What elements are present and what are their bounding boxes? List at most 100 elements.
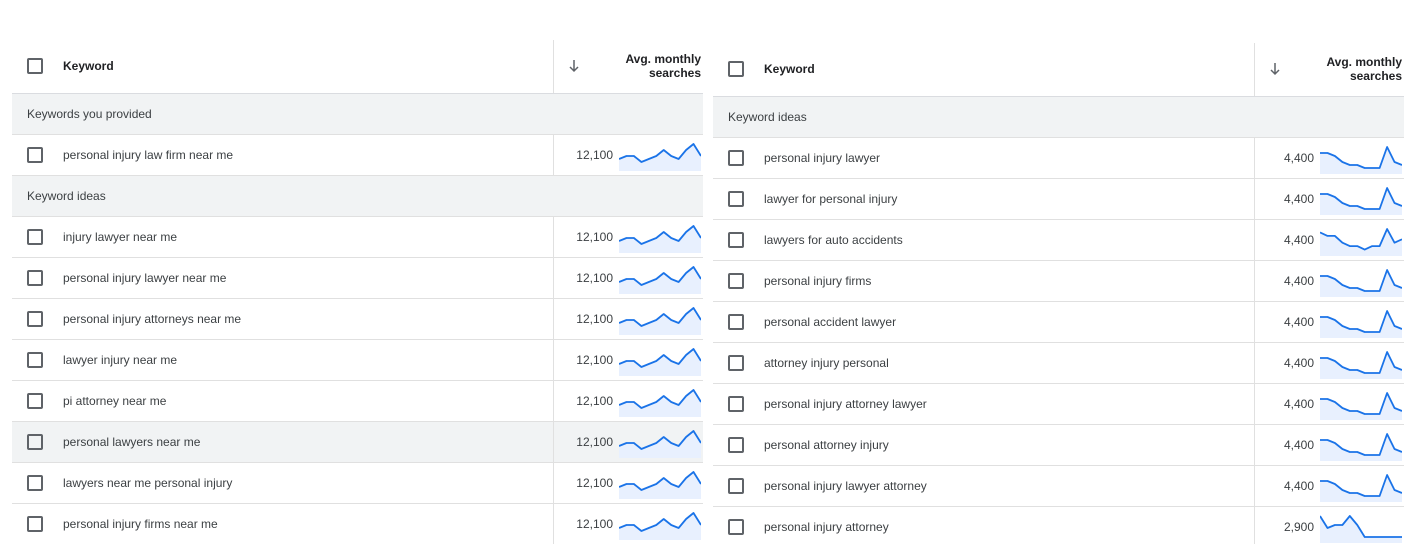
row-checkbox[interactable] — [728, 273, 744, 289]
keyword-text: personal injury attorneys near me — [63, 312, 242, 326]
row-checkbox[interactable] — [27, 311, 43, 327]
keyword-text: injury lawyer near me — [63, 230, 178, 244]
row-checkbox[interactable] — [27, 352, 43, 368]
avg-monthly-searches-value: 12,100 — [576, 476, 613, 490]
avg-monthly-searches-value: 12,100 — [576, 148, 613, 162]
avg-monthly-searches-value: 4,400 — [1283, 192, 1314, 206]
table-row[interactable]: personal injury attorneys near me 12,100 — [12, 299, 703, 340]
keyword-text: lawyer for personal injury — [764, 192, 898, 206]
row-checkbox[interactable] — [27, 270, 43, 286]
table-row[interactable]: personal injury attorney lawyer 4,400 — [713, 384, 1404, 425]
column-divider — [1254, 138, 1255, 178]
table-row[interactable]: lawyers for auto accidents 4,400 — [713, 220, 1404, 261]
avg-monthly-searches-value: 4,400 — [1283, 151, 1314, 165]
trend-sparkline — [1320, 310, 1402, 338]
table-row[interactable]: personal lawyers near me 12,100 — [12, 422, 703, 463]
column-divider — [1254, 466, 1255, 506]
row-checkbox[interactable] — [728, 191, 744, 207]
table-header: Keyword Avg. monthly searches — [713, 43, 1404, 97]
row-checkbox[interactable] — [27, 516, 43, 532]
table-row[interactable]: pi attorney near me 12,100 — [12, 381, 703, 422]
row-checkbox[interactable] — [728, 355, 744, 371]
select-all-checkbox[interactable] — [27, 58, 43, 74]
arrow-down-icon[interactable] — [1268, 60, 1282, 78]
avg-monthly-searches-value: 4,400 — [1283, 438, 1314, 452]
avg-monthly-searches-value: 2,900 — [1283, 520, 1314, 534]
table-row[interactable]: personal injury attorney 2,900 — [713, 507, 1404, 544]
column-divider — [553, 217, 554, 257]
avg-monthly-searches-value: 4,400 — [1283, 233, 1314, 247]
table-row[interactable]: personal injury firms 4,400 — [713, 261, 1404, 302]
row-checkbox[interactable] — [728, 478, 744, 494]
group-header: Keyword ideas — [713, 97, 1404, 138]
keyword-text: personal injury lawyer — [764, 151, 881, 165]
table-row[interactable]: lawyers near me personal injury 12,100 — [12, 463, 703, 504]
row-checkbox[interactable] — [27, 229, 43, 245]
group-label: Keywords you provided — [27, 107, 152, 121]
column-divider — [553, 504, 554, 544]
column-divider — [1254, 220, 1255, 260]
keyword-table-left: Keyword Avg. monthly searches Keywords you … — [12, 40, 703, 544]
trend-sparkline — [1320, 392, 1402, 420]
table-row[interactable]: injury lawyer near me 12,100 — [12, 217, 703, 258]
row-checkbox[interactable] — [27, 393, 43, 409]
avg-header-line1: Avg. monthly — [1326, 55, 1402, 69]
column-divider — [553, 135, 554, 175]
keyword-text: personal lawyers near me — [63, 435, 201, 449]
keyword-text: pi attorney near me — [63, 394, 167, 408]
avg-monthly-searches-value: 4,400 — [1283, 397, 1314, 411]
avg-header-line1: Avg. monthly — [625, 52, 701, 66]
trend-sparkline — [1320, 515, 1402, 543]
row-checkbox[interactable] — [27, 147, 43, 163]
table-row[interactable]: personal attorney injury 4,400 — [713, 425, 1404, 466]
row-checkbox[interactable] — [728, 437, 744, 453]
trend-sparkline — [619, 512, 701, 540]
keyword-text: personal injury attorney — [764, 520, 889, 534]
row-checkbox[interactable] — [728, 150, 744, 166]
table-row[interactable]: attorney injury personal 4,400 — [713, 343, 1404, 384]
keyword-text: attorney injury personal — [764, 356, 889, 370]
table-row[interactable]: personal injury law firm near me 12,100 — [12, 135, 703, 176]
column-divider — [553, 299, 554, 339]
keyword-text: personal injury firms — [764, 274, 872, 288]
avg-monthly-searches-header[interactable]: Avg. monthly searches — [1292, 55, 1402, 83]
group-label: Keyword ideas — [728, 110, 807, 124]
column-divider — [1254, 43, 1255, 96]
column-divider — [553, 40, 554, 93]
keyword-text: personal attorney injury — [764, 438, 889, 452]
table-row[interactable]: lawyer for personal injury 4,400 — [713, 179, 1404, 220]
row-checkbox[interactable] — [27, 475, 43, 491]
select-all-checkbox[interactable] — [728, 61, 744, 77]
row-checkbox[interactable] — [728, 232, 744, 248]
row-checkbox[interactable] — [728, 314, 744, 330]
trend-sparkline — [1320, 269, 1402, 297]
column-divider — [1254, 302, 1255, 342]
avg-monthly-searches-value: 4,400 — [1283, 479, 1314, 493]
trend-sparkline — [619, 143, 701, 171]
keyword-column-header[interactable]: Keyword — [63, 59, 114, 73]
table-header: Keyword Avg. monthly searches — [12, 40, 703, 94]
avg-monthly-searches-header[interactable]: Avg. monthly searches — [591, 52, 701, 80]
keyword-text: lawyers for auto accidents — [764, 233, 903, 247]
trend-sparkline — [619, 307, 701, 335]
column-divider — [553, 381, 554, 421]
table-row[interactable]: personal injury lawyer 4,400 — [713, 138, 1404, 179]
table-row[interactable]: personal accident lawyer 4,400 — [713, 302, 1404, 343]
group-header: Keywords you provided — [12, 94, 703, 135]
arrow-down-icon[interactable] — [567, 57, 581, 75]
trend-sparkline — [1320, 228, 1402, 256]
table-row[interactable]: personal injury firms near me 12,100 — [12, 504, 703, 544]
table-row[interactable]: personal injury lawyer attorney 4,400 — [713, 466, 1404, 507]
trend-sparkline — [619, 471, 701, 499]
row-checkbox[interactable] — [728, 396, 744, 412]
row-checkbox[interactable] — [728, 519, 744, 535]
row-checkbox[interactable] — [27, 434, 43, 450]
table-row[interactable]: lawyer injury near me 12,100 — [12, 340, 703, 381]
trend-sparkline — [619, 266, 701, 294]
keyword-column-header[interactable]: Keyword — [764, 62, 815, 76]
avg-monthly-searches-value: 12,100 — [576, 394, 613, 408]
avg-monthly-searches-value: 12,100 — [576, 353, 613, 367]
column-divider — [1254, 261, 1255, 301]
trend-sparkline — [1320, 146, 1402, 174]
table-row[interactable]: personal injury lawyer near me 12,100 — [12, 258, 703, 299]
